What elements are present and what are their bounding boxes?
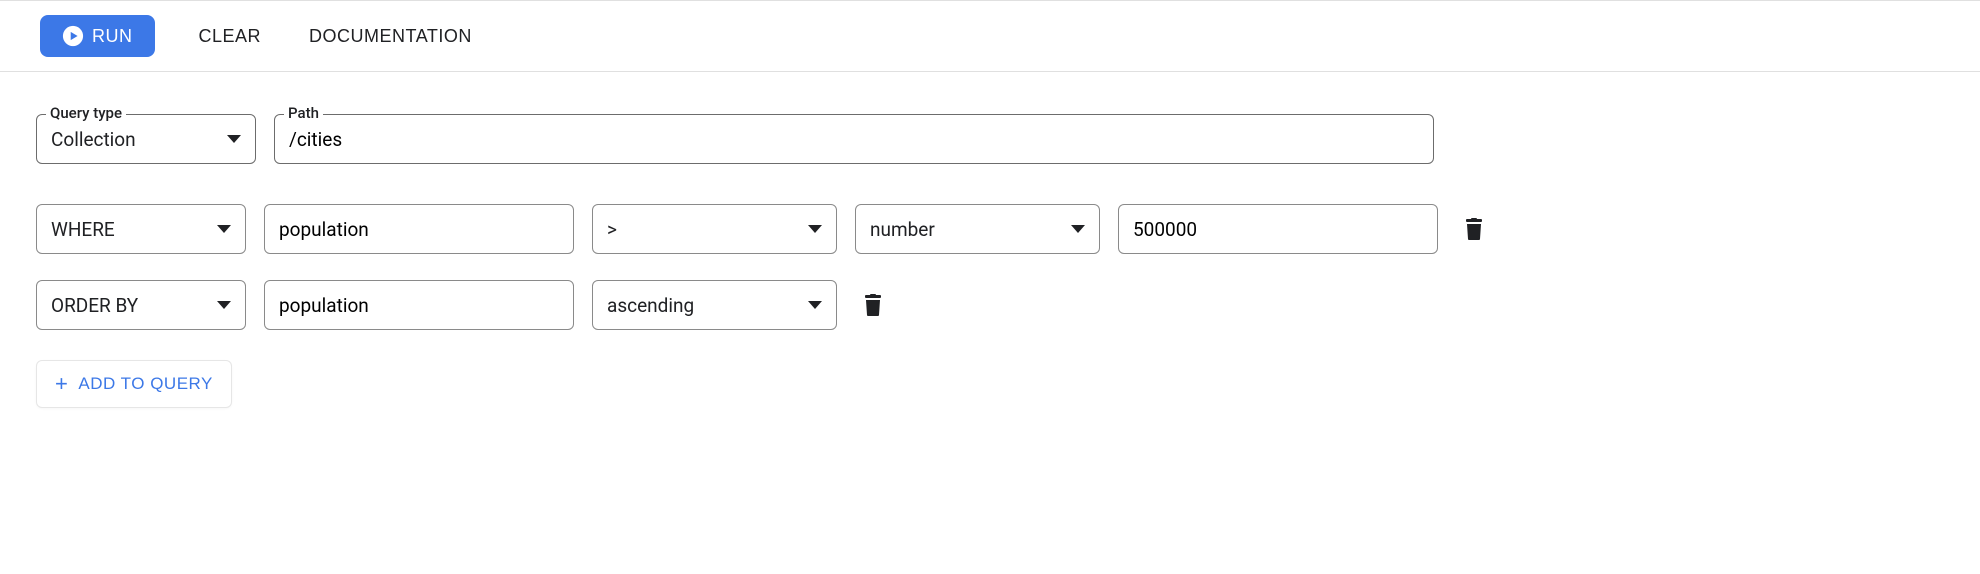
- query-type-value: Collection: [51, 128, 136, 151]
- query-type-field: Query type Collection: [36, 114, 256, 164]
- orderby-clause-select[interactable]: ORDER BY: [36, 280, 246, 330]
- where-operator-select[interactable]: >: [592, 204, 837, 254]
- chevron-down-icon: [217, 225, 231, 233]
- delete-orderby-button[interactable]: [863, 294, 883, 316]
- where-value-input[interactable]: [1133, 218, 1423, 241]
- trash-icon: [1464, 218, 1484, 240]
- delete-where-button[interactable]: [1464, 218, 1484, 240]
- chevron-down-icon: [808, 301, 822, 309]
- orderby-direction-select[interactable]: ascending: [592, 280, 837, 330]
- orderby-row: ORDER BY ascending: [36, 280, 1944, 330]
- query-header-row: Query type Collection Path: [36, 114, 1944, 164]
- where-type-select[interactable]: number: [855, 204, 1100, 254]
- query-type-label: Query type: [46, 104, 126, 122]
- where-field-input[interactable]: [279, 218, 559, 241]
- documentation-button[interactable]: DOCUMENTATION: [305, 18, 476, 55]
- orderby-field-input-wrapper[interactable]: [264, 280, 574, 330]
- orderby-direction-value: ascending: [607, 294, 694, 317]
- where-value-input-wrapper[interactable]: [1118, 204, 1438, 254]
- path-input[interactable]: [289, 128, 1419, 151]
- orderby-field-input[interactable]: [279, 294, 559, 317]
- run-button[interactable]: RUN: [40, 15, 155, 57]
- where-operator-value: >: [607, 218, 617, 241]
- toolbar: RUN CLEAR DOCUMENTATION: [0, 0, 1980, 72]
- play-circle-icon: [62, 25, 84, 47]
- plus-icon: +: [55, 373, 68, 395]
- chevron-down-icon: [808, 225, 822, 233]
- chevron-down-icon: [227, 135, 241, 143]
- query-builder: Query type Collection Path WHERE > numbe…: [0, 72, 1980, 432]
- where-row: WHERE > number: [36, 204, 1944, 254]
- orderby-clause-value: ORDER BY: [51, 294, 138, 317]
- chevron-down-icon: [217, 301, 231, 309]
- where-field-input-wrapper[interactable]: [264, 204, 574, 254]
- run-button-label: RUN: [92, 26, 133, 47]
- add-to-query-button[interactable]: + ADD TO QUERY: [36, 360, 232, 408]
- path-input-wrapper[interactable]: [274, 114, 1434, 164]
- add-to-query-label: ADD TO QUERY: [78, 374, 212, 394]
- where-type-value: number: [870, 218, 935, 241]
- path-field: Path: [274, 114, 1434, 164]
- clear-button[interactable]: CLEAR: [195, 18, 266, 55]
- where-clause-value: WHERE: [51, 218, 115, 241]
- trash-icon: [863, 294, 883, 316]
- where-clause-select[interactable]: WHERE: [36, 204, 246, 254]
- path-label: Path: [284, 104, 323, 122]
- chevron-down-icon: [1071, 225, 1085, 233]
